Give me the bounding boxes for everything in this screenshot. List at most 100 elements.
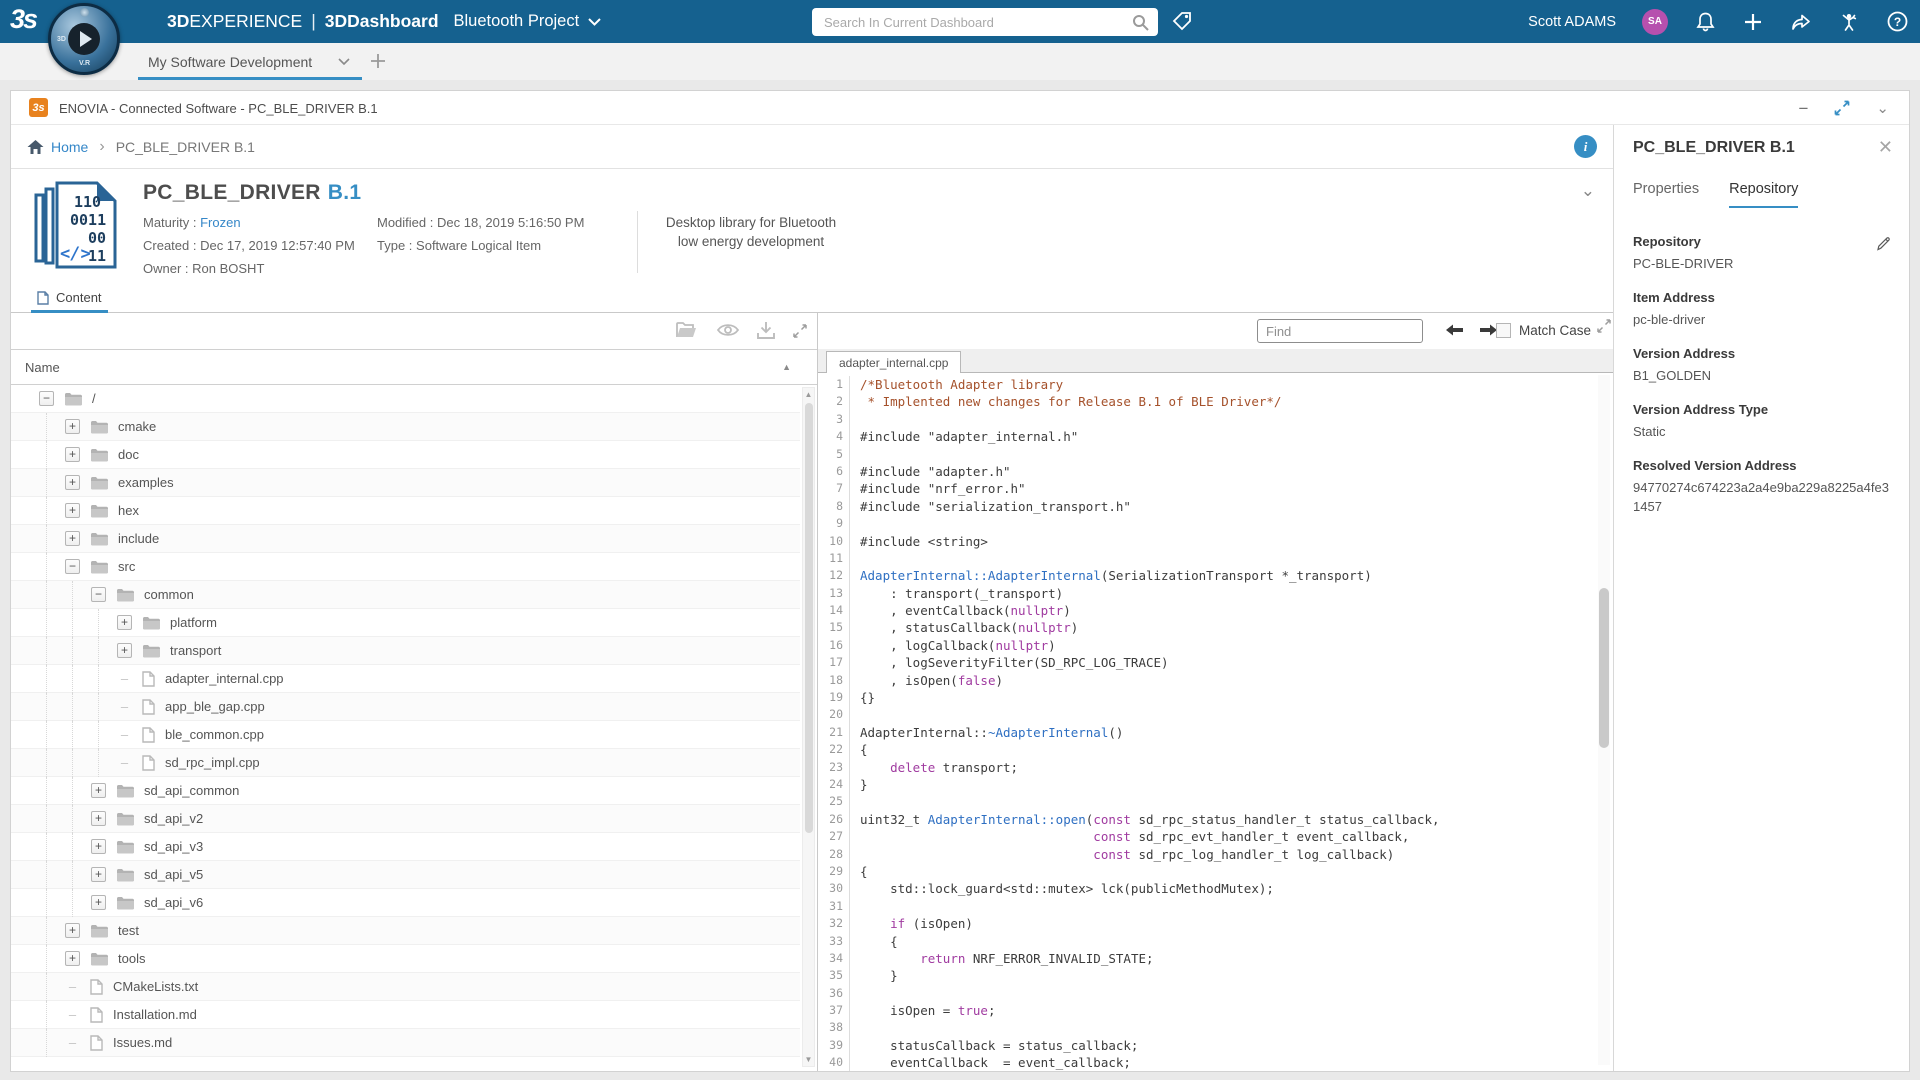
preview-eye-icon[interactable] [717, 321, 739, 339]
tree-row[interactable]: –app_ble_gap.cpp [11, 693, 800, 721]
tree-row[interactable]: + sd_api_v6 [11, 889, 800, 917]
tree-item-label[interactable]: / [92, 391, 96, 406]
code-file-tab[interactable]: adapter_internal.cpp [826, 351, 961, 373]
tree-item-label[interactable]: src [118, 559, 135, 574]
tree-row[interactable]: −common [11, 581, 800, 609]
tree-row[interactable]: + doc [11, 441, 800, 469]
tree-row[interactable]: −/ [11, 385, 800, 413]
help-icon[interactable]: ? [1886, 11, 1908, 33]
expand-node-icon[interactable]: + [65, 531, 80, 546]
project-name[interactable]: Bluetooth Project [454, 12, 580, 31]
scroll-up-icon[interactable]: ▲ [803, 390, 814, 399]
tree-item-label[interactable]: Issues.md [113, 1035, 172, 1050]
tree-row[interactable]: –sd_rpc_impl.cpp [11, 749, 800, 777]
tab-caret-icon[interactable] [338, 58, 350, 65]
tree-row[interactable]: –CMakeLists.txt [11, 973, 800, 1001]
tree-item-label[interactable]: platform [170, 615, 217, 630]
minimize-icon[interactable]: − [1798, 100, 1808, 117]
tree-row[interactable]: + transport [11, 637, 800, 665]
maturity-value-link[interactable]: Frozen [200, 215, 240, 230]
tree-row[interactable]: –adapter_internal.cpp [11, 665, 800, 693]
tree-header-label[interactable]: Name [25, 360, 60, 375]
collapse-node-icon[interactable]: − [65, 559, 80, 574]
tree-item-label[interactable]: ble_common.cpp [165, 727, 264, 742]
tree-item-label[interactable]: adapter_internal.cpp [165, 671, 284, 686]
tab-repository[interactable]: Repository [1729, 181, 1798, 208]
tree-item-label[interactable]: hex [118, 503, 139, 518]
expand-node-icon[interactable]: + [65, 503, 80, 518]
tree-item-label[interactable]: examples [118, 475, 174, 490]
share-icon[interactable] [1790, 11, 1812, 33]
tree-row[interactable]: +platform [11, 609, 800, 637]
expand-tree-pane-icon[interactable] [793, 324, 807, 338]
tree-item-label[interactable]: app_ble_gap.cpp [165, 699, 265, 714]
tree-scrollbar[interactable]: ▲ ▼ [802, 387, 815, 1067]
tree-row[interactable]: + test [11, 917, 800, 945]
tab-my-software-development[interactable]: My Software Development [148, 43, 350, 80]
close-icon[interactable]: ✕ [1878, 137, 1893, 158]
widget-menu-caret-icon[interactable]: ⌄ [1876, 101, 1889, 116]
expand-node-icon[interactable]: + [117, 643, 132, 658]
tab-properties[interactable]: Properties [1633, 181, 1699, 208]
tree-row[interactable]: +cmake [11, 413, 800, 441]
tree-item-label[interactable]: sd_api_v3 [144, 839, 203, 854]
user-name[interactable]: Scott ADAMS [1528, 14, 1616, 30]
code-scrollbar[interactable] [1598, 375, 1610, 1065]
search-input[interactable] [812, 15, 1132, 30]
add-content-icon[interactable] [1742, 11, 1764, 33]
tree-item-label[interactable]: sd_rpc_impl.cpp [165, 755, 260, 770]
info-icon[interactable]: i [1574, 135, 1597, 158]
edit-pencil-icon[interactable] [1876, 236, 1891, 251]
notifications-bell-icon[interactable] [1694, 11, 1716, 33]
expand-node-icon[interactable]: + [65, 447, 80, 462]
tree-item-label[interactable]: common [144, 587, 194, 602]
3dcompass[interactable]: 3D V.R [48, 3, 120, 75]
tree-item-label[interactable]: CMakeLists.txt [113, 979, 198, 994]
project-caret-icon[interactable] [588, 18, 601, 26]
expand-node-icon[interactable]: + [65, 951, 80, 966]
tree-row[interactable]: − src [11, 553, 800, 581]
avatar[interactable]: SA [1642, 9, 1668, 35]
tree-row[interactable]: + sd_api_v5 [11, 861, 800, 889]
tree-item-label[interactable]: include [118, 531, 159, 546]
tree-row[interactable]: + sd_api_v2 [11, 805, 800, 833]
expand-node-icon[interactable]: + [91, 895, 106, 910]
tree-item-label[interactable]: sd_api_v5 [144, 867, 203, 882]
find-input[interactable] [1257, 319, 1423, 343]
code-scroll-thumb[interactable] [1599, 588, 1609, 748]
maximize-icon[interactable] [1834, 100, 1850, 116]
tree-row[interactable]: –Installation.md [11, 1001, 800, 1029]
add-dashboard-tab-icon[interactable] [368, 51, 388, 71]
tree-item-label[interactable]: test [118, 923, 139, 938]
find-previous-icon[interactable] [1445, 323, 1464, 337]
expand-node-icon[interactable]: + [91, 867, 106, 882]
tag-icon[interactable] [1172, 11, 1192, 31]
tree-item-label[interactable]: transport [170, 643, 221, 658]
code-editor[interactable]: 1/*Bluetooth Adapter library2 * Implente… [818, 373, 1613, 1071]
compass-play-button[interactable] [68, 23, 100, 55]
tree-item-label[interactable]: doc [118, 447, 139, 462]
tree-item-label[interactable]: sd_api_v6 [144, 895, 203, 910]
widget-header[interactable]: 3s ENOVIA - Connected Software - PC_BLE_… [11, 91, 1909, 125]
match-case-checkbox[interactable] [1496, 323, 1511, 338]
tree-row[interactable]: + sd_api_v3 [11, 833, 800, 861]
tree-item-label[interactable]: tools [118, 951, 145, 966]
expand-node-icon[interactable]: + [65, 475, 80, 490]
tab-content[interactable]: Content [31, 285, 108, 313]
tree-item-label[interactable]: Installation.md [113, 1007, 197, 1022]
tree-row[interactable]: –Issues.md [11, 1029, 800, 1057]
expand-node-icon[interactable]: + [91, 839, 106, 854]
open-folder-icon[interactable] [676, 321, 697, 339]
expand-node-icon[interactable]: + [65, 923, 80, 938]
tree-item-label[interactable]: sd_api_v2 [144, 811, 203, 826]
expand-node-icon[interactable]: + [91, 783, 106, 798]
tree-item-label[interactable]: cmake [118, 419, 156, 434]
home-icon[interactable] [27, 139, 44, 155]
tree-row[interactable]: + tools [11, 945, 800, 973]
tree-item-label[interactable]: sd_api_common [144, 783, 239, 798]
expand-node-icon[interactable]: + [91, 811, 106, 826]
collaboration-people-icon[interactable] [1838, 11, 1860, 33]
tree-row[interactable]: + include [11, 525, 800, 553]
tree-row[interactable]: + examples [11, 469, 800, 497]
sort-ascending-icon[interactable]: ▲ [782, 362, 791, 372]
